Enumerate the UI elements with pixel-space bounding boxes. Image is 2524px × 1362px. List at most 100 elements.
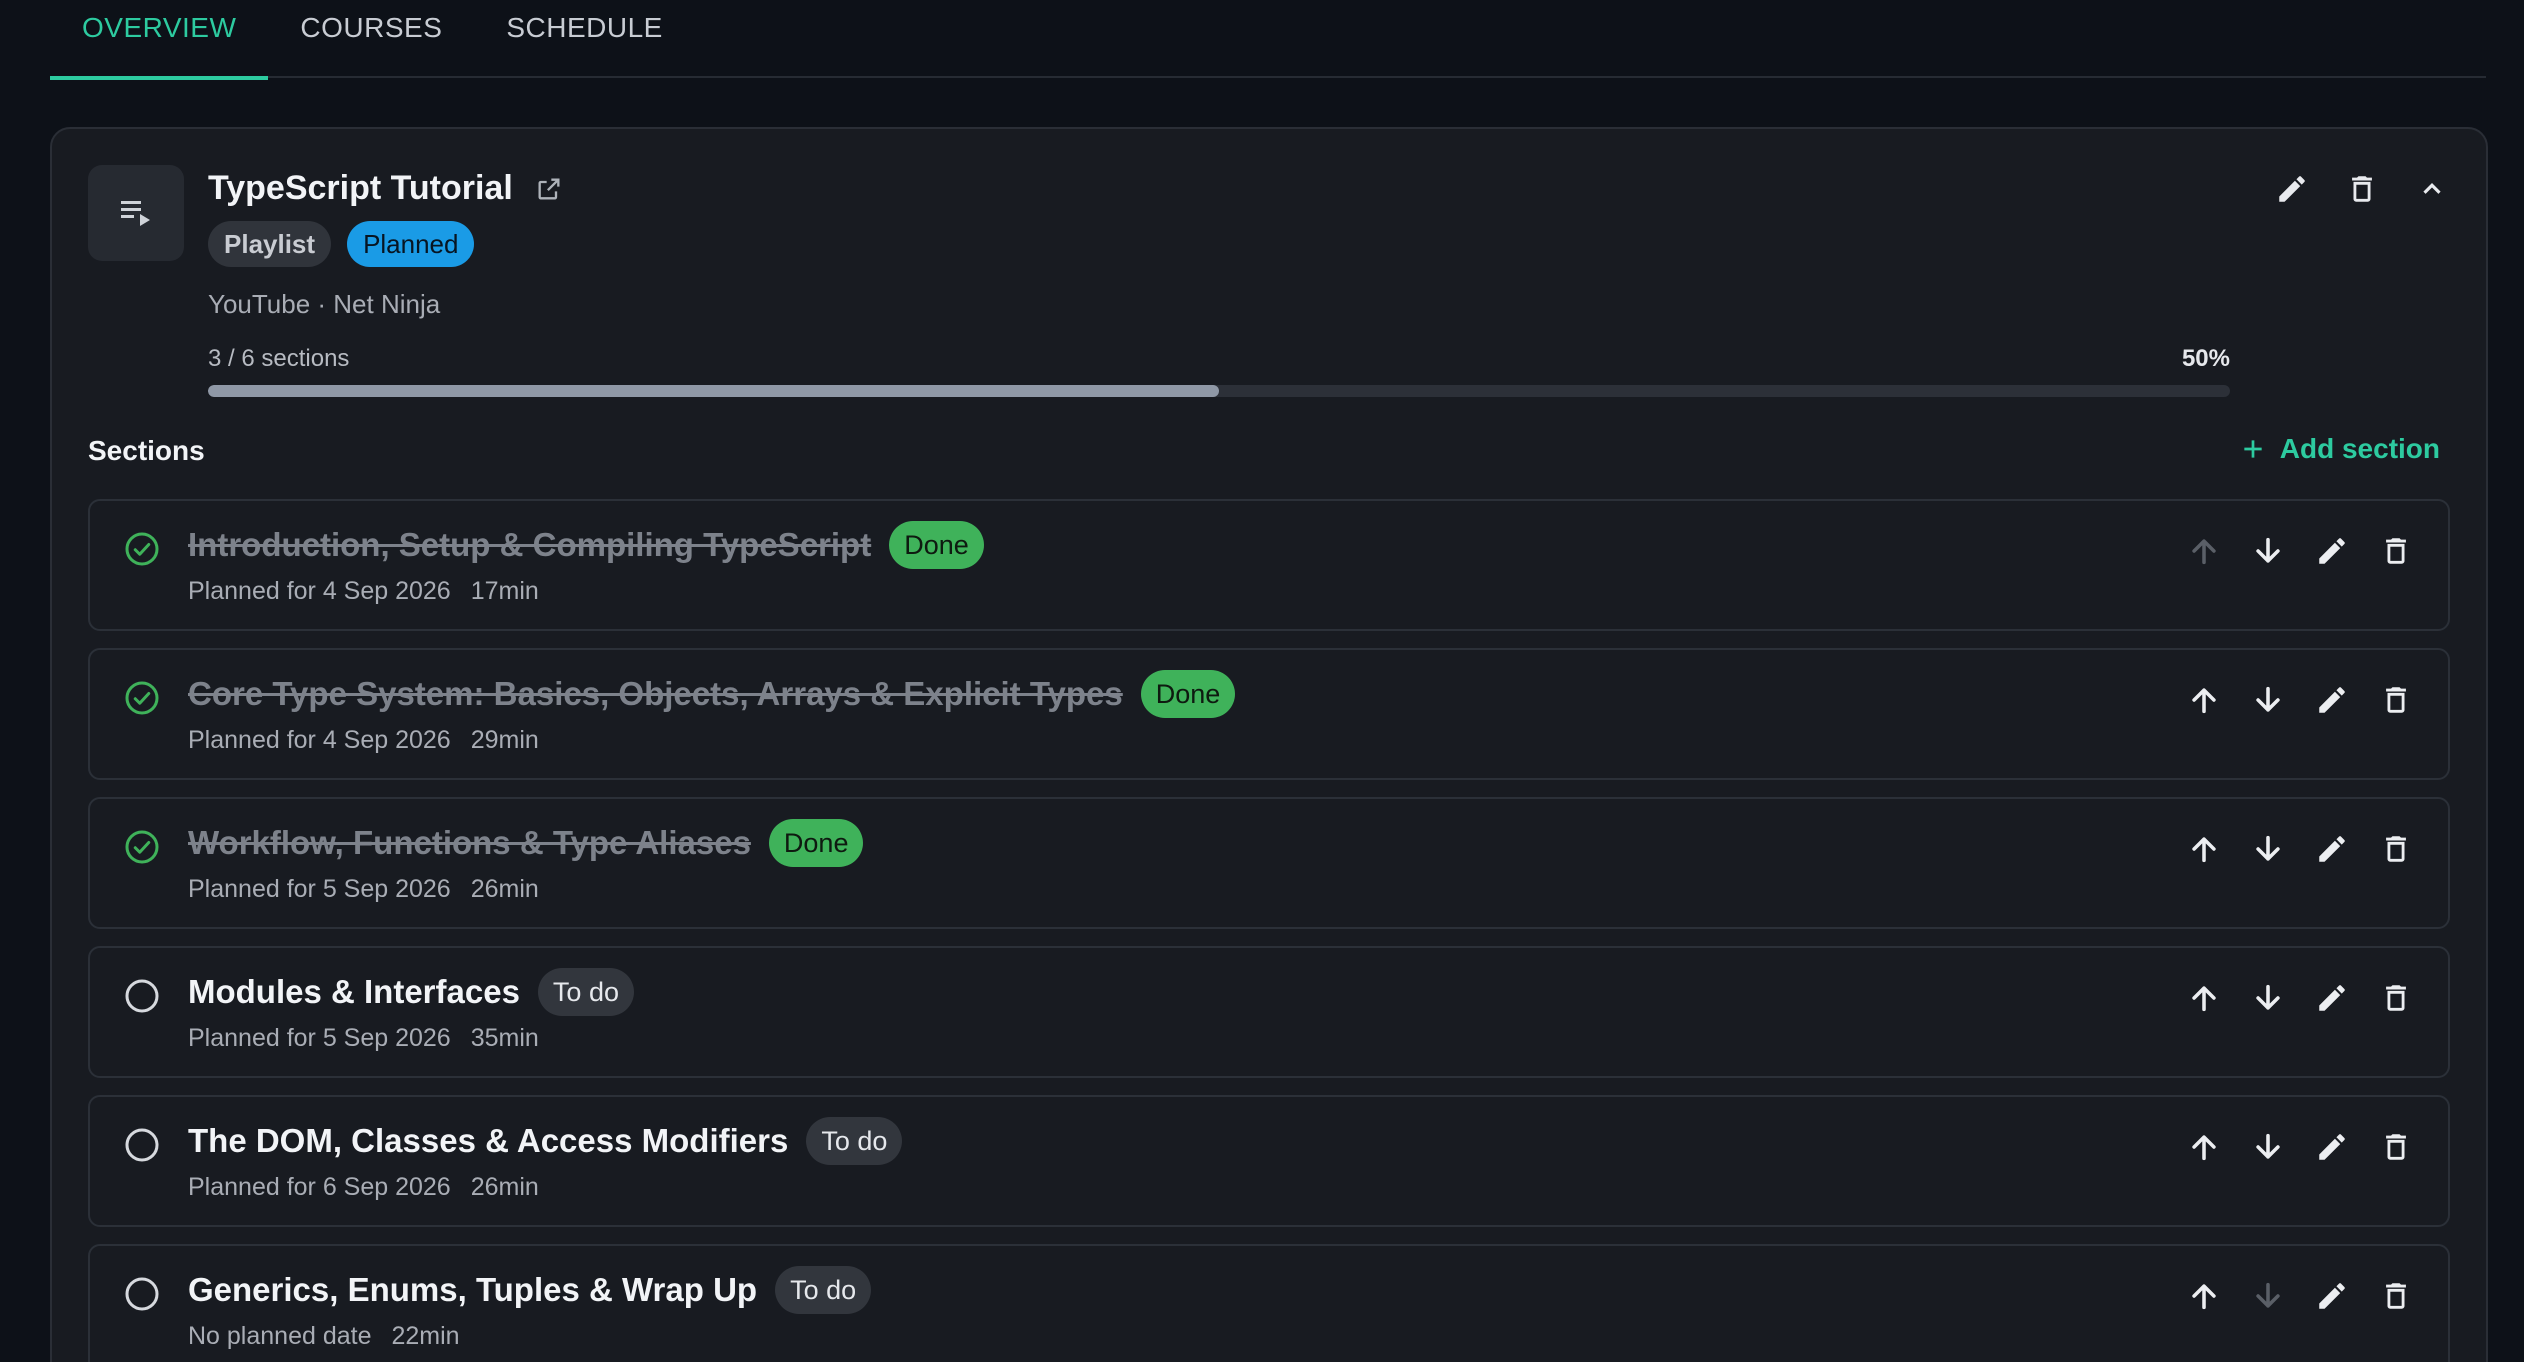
edit-course-button[interactable] [2274, 171, 2310, 207]
arrow-down-icon [2256, 537, 2280, 563]
section-title: Introduction, Setup & Compiling TypeScri… [188, 526, 872, 563]
course-actions [2274, 171, 2450, 207]
section-planned-date: Planned for 4 Sep 2026 [188, 577, 451, 605]
section-duration: 26min [470, 875, 539, 903]
course-card: TypeScript Tutorial Playlist Planned You… [50, 127, 2488, 1362]
section-status-badge: To do [806, 1117, 903, 1165]
delete-section-button[interactable] [2378, 1129, 2414, 1165]
trash-icon [2386, 1283, 2406, 1309]
move-up-button[interactable] [2186, 1278, 2222, 1314]
tab-overview[interactable]: OVERVIEW [50, 0, 269, 80]
arrow-up-icon [2192, 986, 2216, 1012]
move-down-button[interactable] [2250, 980, 2286, 1016]
section-actions [2186, 533, 2414, 569]
move-up-button[interactable] [2186, 533, 2222, 569]
section-row: Core Type System: Basics, Objects, Array… [88, 648, 2450, 780]
move-up-button[interactable] [2186, 682, 2222, 718]
section-row: Generics, Enums, Tuples & Wrap Up To do No… [88, 1244, 2450, 1362]
add-section-button[interactable]: Add section [2240, 433, 2440, 465]
check-circle-icon[interactable] [124, 829, 160, 865]
empty-circle-icon[interactable] [124, 1127, 160, 1163]
edit-section-button[interactable] [2314, 1129, 2350, 1165]
course-meta: YouTube · Net Ninja [208, 289, 441, 319]
empty-circle-icon[interactable] [124, 978, 160, 1014]
check-circle-icon[interactable] [124, 531, 160, 567]
section-row: Introduction, Setup & Compiling TypeScri… [88, 499, 2450, 631]
section-row: Modules & Interfaces To do Planned for 5 S… [88, 946, 2450, 1078]
section-meta: Planned for 4 Sep 2026 29min [188, 726, 539, 755]
section-title-line: Core Type System: Basics, Objects, Array… [188, 670, 1236, 718]
status-badge: Planned [347, 221, 475, 267]
playlist-icon [121, 201, 150, 226]
arrow-down-icon [2256, 984, 2280, 1010]
section-status-badge: Done [1140, 670, 1236, 718]
delete-section-button[interactable] [2378, 980, 2414, 1016]
trash-icon [2352, 176, 2372, 202]
tab-schedule[interactable]: SCHEDULE [474, 0, 694, 78]
arrow-up-icon [2192, 837, 2216, 863]
section-meta: Planned for 5 Sep 2026 26min [188, 875, 539, 904]
empty-circle-icon[interactable] [124, 1276, 160, 1312]
move-down-button[interactable] [2250, 1278, 2286, 1314]
course-badges: Playlist Planned [208, 221, 475, 267]
add-section-label: Add section [2279, 433, 2440, 464]
arrow-up-icon [2192, 1284, 2216, 1310]
section-title: Generics, Enums, Tuples & Wrap Up [188, 1271, 758, 1308]
section-duration: 26min [470, 1173, 539, 1201]
move-up-button[interactable] [2186, 831, 2222, 867]
type-badge: Playlist [208, 221, 332, 267]
section-title: Workflow, Functions & Type Aliases [188, 824, 751, 861]
section-title-line: Introduction, Setup & Compiling TypeScri… [188, 521, 984, 569]
section-row: Workflow, Functions & Type Aliases Done Pl… [88, 797, 2450, 929]
move-down-button[interactable] [2250, 831, 2286, 867]
delete-section-button[interactable] [2378, 533, 2414, 569]
app-root: OVERVIEW COURSES SCHEDULE TypeScript Tut… [0, 0, 2524, 1362]
course-title-row: TypeScript Tutorial [208, 169, 567, 208]
delete-section-button[interactable] [2378, 831, 2414, 867]
section-list: Introduction, Setup & Compiling TypeScri… [88, 499, 2450, 1362]
section-title: The DOM, Classes & Access Modifiers [188, 1122, 789, 1159]
trash-icon [2386, 836, 2406, 862]
trash-icon [2386, 985, 2406, 1011]
move-up-button[interactable] [2186, 1129, 2222, 1165]
trash-icon [2386, 538, 2406, 564]
section-meta: Planned for 5 Sep 2026 35min [188, 1024, 539, 1053]
move-down-button[interactable] [2250, 1129, 2286, 1165]
delete-section-button[interactable] [2378, 1278, 2414, 1314]
delete-section-button[interactable] [2378, 682, 2414, 718]
section-planned-date: Planned for 6 Sep 2026 [188, 1173, 451, 1201]
edit-section-button[interactable] [2314, 980, 2350, 1016]
course-title: TypeScript Tutorial [208, 169, 513, 207]
plus-icon [2244, 440, 2262, 458]
progress-bar [208, 385, 2230, 397]
move-down-button[interactable] [2250, 533, 2286, 569]
edit-section-button[interactable] [2314, 682, 2350, 718]
section-title-line: Workflow, Functions & Type Aliases Done [188, 819, 864, 867]
section-title: Core Type System: Basics, Objects, Array… [188, 675, 1123, 712]
edit-section-button[interactable] [2314, 1278, 2350, 1314]
edit-section-button[interactable] [2314, 533, 2350, 569]
arrow-down-icon [2256, 835, 2280, 861]
section-title-line: Generics, Enums, Tuples & Wrap Up To do [188, 1266, 872, 1314]
section-status-badge: To do [775, 1266, 872, 1314]
arrow-down-icon [2256, 686, 2280, 712]
progress-percent: 50% [2181, 345, 2230, 372]
move-up-button[interactable] [2186, 980, 2222, 1016]
collapse-button[interactable] [2414, 171, 2450, 207]
tab-courses[interactable]: COURSES [268, 0, 474, 78]
arrow-up-icon [2192, 1135, 2216, 1161]
progress-bar-fill [208, 385, 1219, 397]
pencil-icon [2319, 538, 2345, 564]
progress-label: 3 / 6 sections [208, 345, 350, 372]
pencil-icon [2319, 1134, 2345, 1160]
delete-course-button[interactable] [2344, 171, 2380, 207]
check-circle-icon[interactable] [124, 680, 160, 716]
trash-icon [2386, 1134, 2406, 1160]
section-meta: No planned date 22min [188, 1322, 460, 1351]
pencil-icon [2319, 1283, 2345, 1309]
external-link-icon[interactable] [531, 171, 567, 207]
section-row: The DOM, Classes & Access Modifiers To do… [88, 1095, 2450, 1227]
edit-section-button[interactable] [2314, 831, 2350, 867]
section-status-badge: Done [889, 521, 984, 569]
move-down-button[interactable] [2250, 682, 2286, 718]
